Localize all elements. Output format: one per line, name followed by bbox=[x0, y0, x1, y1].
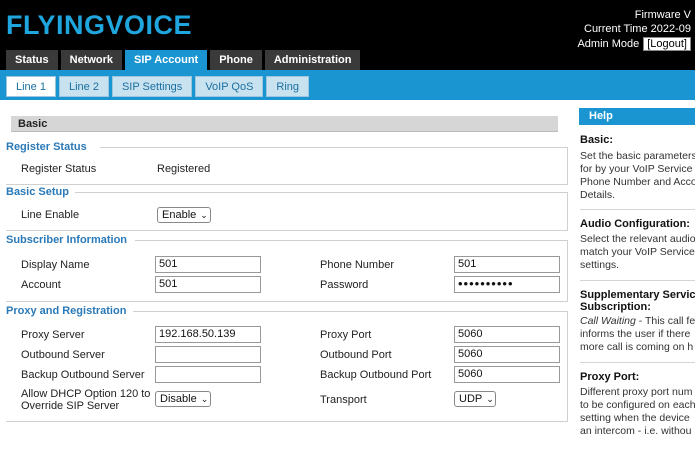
help-text: Phone Number and Acco bbox=[580, 176, 695, 188]
help-text: Details. bbox=[580, 189, 616, 201]
subtab-sip-settings[interactable]: SIP Settings bbox=[111, 76, 193, 97]
transport-select[interactable]: UDP ⌄ bbox=[454, 391, 496, 407]
basic-setup-title: Basic Setup bbox=[6, 186, 69, 198]
proxy-server-input[interactable]: 192.168.50.139 bbox=[155, 326, 261, 343]
display-name-label: Display Name bbox=[21, 259, 90, 271]
password-label: Password bbox=[320, 279, 369, 291]
section-border bbox=[567, 311, 568, 421]
section-border bbox=[6, 230, 568, 231]
help-supplementary-heading: Supplementary Servic bbox=[580, 289, 695, 301]
section-border bbox=[6, 184, 568, 185]
subtab-ring[interactable]: Ring bbox=[266, 76, 310, 97]
help-text: Call Waiting - This call fe bbox=[580, 315, 695, 328]
register-status-value: Registered bbox=[157, 163, 211, 175]
display-name-input[interactable]: 501 bbox=[155, 256, 261, 273]
help-text: an intercom - i.e. withou bbox=[580, 425, 692, 437]
logout-button[interactable]: [Logout] bbox=[643, 37, 691, 51]
tab-phone[interactable]: Phone bbox=[210, 50, 262, 70]
backup-outbound-port-label: Backup Outbound Port bbox=[320, 369, 432, 381]
transport-label: Transport bbox=[320, 394, 367, 406]
help-panel: Basic: Set the basic parameters for by y… bbox=[580, 134, 695, 438]
current-time: Current Time 2022-09 bbox=[584, 23, 691, 35]
help-text: Different proxy port num bbox=[580, 386, 693, 398]
line-enable-label: Line Enable bbox=[21, 209, 80, 221]
outbound-server-input[interactable] bbox=[155, 346, 261, 363]
section-divider bbox=[100, 147, 568, 148]
transport-value: UDP bbox=[459, 393, 483, 405]
account-label: Account bbox=[21, 279, 61, 291]
sub-tab-bar: Line 1 Line 2 SIP Settings VoIP QoS Ring bbox=[0, 70, 695, 100]
help-text: Set the basic parameters bbox=[580, 150, 695, 162]
dhcp-option-label-2: Override SIP Server bbox=[21, 400, 120, 412]
proxy-port-label: Proxy Port bbox=[320, 329, 372, 341]
help-proxy-port-heading: Proxy Port: bbox=[580, 371, 640, 383]
main-tabs: Status Network SIP Account Phone Adminis… bbox=[6, 50, 363, 70]
subscriber-info-title: Subscriber Information bbox=[6, 234, 128, 246]
section-border bbox=[6, 301, 568, 302]
help-text: to be configured on each bbox=[580, 399, 695, 411]
phone-number-input[interactable]: 501 bbox=[454, 256, 560, 273]
firmware-version: Firmware V bbox=[634, 9, 691, 21]
backup-outbound-server-label: Backup Outbound Server bbox=[21, 369, 145, 381]
tab-network[interactable]: Network bbox=[60, 50, 123, 70]
flyingvoice-logo: FLYINGVOICE bbox=[6, 10, 193, 40]
chevron-down-icon: ⌄ bbox=[200, 394, 209, 404]
help-text: match your VoIP Service bbox=[580, 246, 695, 258]
admin-mode-label: Admin Mode bbox=[577, 38, 640, 50]
proxy-registration-title: Proxy and Registration bbox=[6, 305, 127, 317]
tab-status[interactable]: Status bbox=[6, 50, 58, 70]
section-border bbox=[567, 192, 568, 230]
register-status-label: Register Status bbox=[21, 163, 97, 175]
account-input[interactable]: 501 bbox=[155, 276, 261, 293]
help-text: setting when the device bbox=[580, 412, 690, 424]
proxy-server-label: Proxy Server bbox=[21, 329, 85, 341]
section-border bbox=[6, 421, 568, 422]
line-enable-select[interactable]: Enable ⌄ bbox=[157, 207, 211, 223]
dhcp-option-value: Disable bbox=[160, 393, 197, 405]
password-input[interactable]: •••••••••• bbox=[454, 276, 560, 293]
basic-section-header: Basic bbox=[11, 116, 558, 132]
outbound-port-label: Outbound Port bbox=[320, 349, 392, 361]
line-enable-value: Enable bbox=[162, 209, 197, 221]
help-audio-heading: Audio Configuration: bbox=[580, 218, 690, 230]
help-text: - This call fe bbox=[635, 315, 695, 327]
section-divider bbox=[75, 192, 568, 193]
help-text: more call is coming on h bbox=[580, 341, 694, 353]
chevron-down-icon: ⌄ bbox=[200, 210, 208, 220]
register-status-title: Register Status bbox=[6, 141, 87, 153]
help-text: for by your VoIP Service bbox=[580, 163, 693, 175]
phone-number-label: Phone Number bbox=[320, 259, 394, 271]
subtab-line-1[interactable]: Line 1 bbox=[6, 76, 56, 97]
help-text: informs the user if there bbox=[580, 328, 691, 340]
section-divider bbox=[133, 311, 568, 312]
help-basic-heading: Basic: bbox=[580, 134, 614, 146]
tab-sip-account[interactable]: SIP Account bbox=[125, 50, 208, 70]
header-info: Firmware V Current Time 2022-09 Admin Mo… bbox=[577, 8, 691, 51]
help-text: Select the relevant audio bbox=[580, 233, 695, 245]
help-title: Help bbox=[579, 108, 695, 125]
dhcp-option-label-1: Allow DHCP Option 120 to bbox=[21, 388, 151, 400]
proxy-port-input[interactable]: 5060 bbox=[454, 326, 560, 343]
outbound-port-input[interactable]: 5060 bbox=[454, 346, 560, 363]
section-border bbox=[567, 147, 568, 184]
outbound-server-label: Outbound Server bbox=[21, 349, 105, 361]
header: FLYINGVOICE Firmware V Current Time 2022… bbox=[0, 0, 695, 70]
subtab-voip-qos[interactable]: VoIP QoS bbox=[195, 76, 264, 97]
help-call-waiting: Call Waiting bbox=[580, 315, 636, 327]
section-border bbox=[567, 240, 568, 301]
section-divider bbox=[135, 240, 568, 241]
dhcp-option-select[interactable]: Disable ⌄ bbox=[155, 391, 211, 407]
chevron-down-icon: ⌄ bbox=[486, 394, 494, 404]
backup-outbound-server-input[interactable] bbox=[155, 366, 261, 383]
backup-outbound-port-input[interactable]: 5060 bbox=[454, 366, 560, 383]
help-text: settings. bbox=[580, 259, 620, 271]
help-supplementary-heading-2: Subscription: bbox=[580, 301, 651, 313]
tab-administration[interactable]: Administration bbox=[264, 50, 361, 70]
subtab-line-2[interactable]: Line 2 bbox=[58, 76, 109, 97]
